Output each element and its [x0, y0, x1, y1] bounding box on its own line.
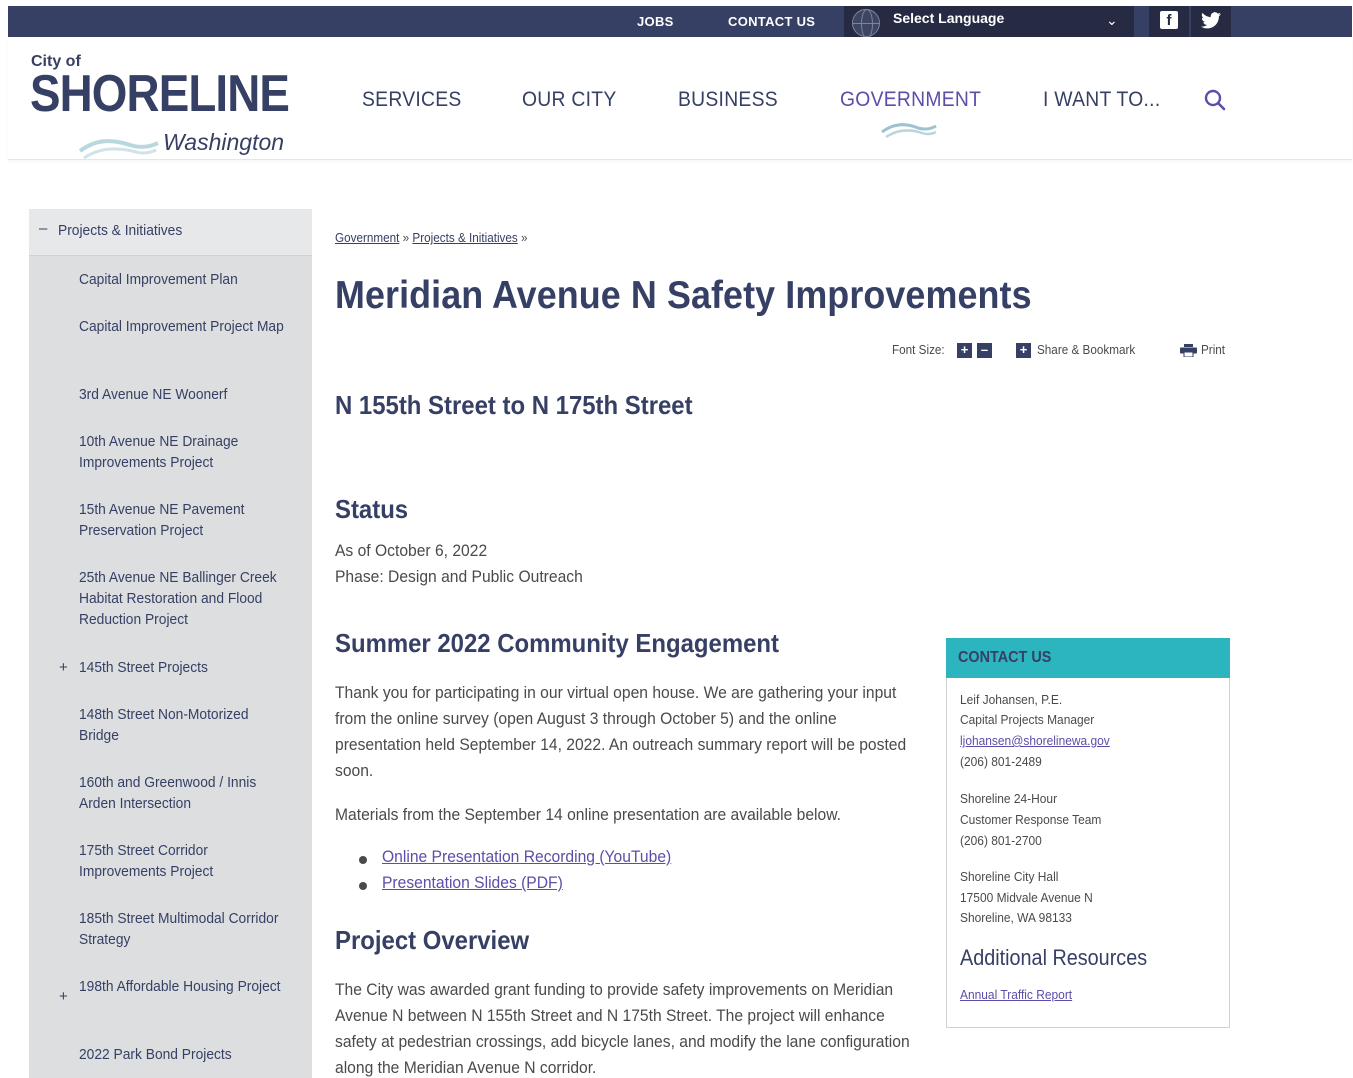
utility-bar: JOBS CONTACT US Select Language ⌄ f — [8, 6, 1352, 39]
sidebar-item-15th-avenue-ne-pavement[interactable]: 15th Avenue NE Pavement Preservation Pro… — [79, 499, 291, 541]
contact-heading: CONTACT US — [958, 649, 1052, 666]
contact-header: CONTACT US — [946, 638, 1230, 678]
waves-icon — [78, 139, 159, 160]
contact-phone: (206) 801-2489 — [960, 754, 1042, 769]
sidebar-item-148th-street-bridge[interactable]: 148th Street Non-Motorized Bridge — [79, 704, 291, 746]
sidebar-item-175th-street-corridor[interactable]: 175th Street Corridor Improvements Proje… — [79, 840, 291, 882]
logo-washington: Washington — [163, 129, 285, 155]
facebook-link[interactable]: f — [1149, 6, 1189, 37]
breadcrumb-separator: » — [402, 230, 410, 245]
sidebar-item-185th-street-multimodal[interactable]: 185th Street Multimodal Corridor Strateg… — [79, 908, 300, 950]
page-title: Meridian Avenue N Safety Improvements — [335, 274, 1032, 317]
overview-text: The City was awarded grant funding to pr… — [335, 980, 910, 1077]
facebook-icon: f — [1160, 11, 1178, 29]
presentation-recording-link[interactable]: Online Presentation Recording (YouTube) — [382, 847, 671, 867]
nav-services[interactable]: SERVICES — [362, 88, 462, 112]
materials-text: Materials from the September 14 online p… — [335, 805, 841, 824]
sidebar-section-header[interactable]: – Projects & Initiatives — [29, 209, 312, 256]
sidebar-item-2022-park-bond[interactable]: 2022 Park Bond Projects — [79, 1044, 291, 1065]
chevron-down-icon: ⌄ — [1106, 12, 1118, 28]
search-icon[interactable] — [1204, 89, 1226, 111]
nav-government[interactable]: GOVERNMENT — [840, 88, 981, 112]
font-decrease-icon[interactable]: – — [977, 343, 992, 358]
font-increase-icon[interactable]: + — [957, 343, 972, 358]
sidebar-item-25th-avenue-ne-ballinger[interactable]: 25th Avenue NE Ballinger Creek Habitat R… — [79, 567, 291, 630]
bullet — [359, 856, 367, 864]
printer-icon — [1180, 344, 1197, 357]
site-header: City of SHORELINE Washington SERVICES OU… — [8, 37, 1352, 160]
engagement-heading: Summer 2022 Community Engagement — [335, 628, 779, 658]
bullet — [359, 882, 367, 890]
language-select[interactable]: Select Language ⌄ — [844, 6, 1134, 39]
sidebar-heading: Projects & Initiatives — [58, 222, 183, 239]
overview-heading: Project Overview — [335, 925, 530, 955]
sidebar-item-capital-improvement-plan[interactable]: Capital Improvement Plan — [79, 269, 291, 290]
page-subtitle: N 155th Street to N 175th Street — [335, 390, 693, 420]
language-select-label: Select Language — [893, 10, 1005, 26]
city-hall-line-1: Shoreline City Hall — [960, 869, 1059, 884]
twitter-link[interactable] — [1191, 6, 1231, 37]
expand-icon[interactable]: + — [59, 988, 68, 1005]
breadcrumb-separator: » — [521, 230, 528, 245]
city-hall-line-3: Shoreline, WA 98133 — [960, 910, 1072, 925]
logo-shoreline: SHORELINE — [30, 65, 290, 123]
contact-us-link[interactable]: CONTACT US — [728, 6, 815, 37]
presentation-slides-link[interactable]: Presentation Slides (PDF) — [382, 873, 563, 893]
sidebar-item-3rd-avenue-ne-woonerf[interactable]: 3rd Avenue NE Woonerf — [79, 384, 291, 405]
contact-name: Leif Johansen, P.E. — [960, 692, 1063, 707]
sidebar-item-160th-greenwood[interactable]: 160th and Greenwood / Innis Arden Inters… — [79, 772, 291, 814]
nav-i-want-to[interactable]: I WANT TO... — [1043, 88, 1160, 112]
status-date: As of October 6, 2022 — [335, 541, 488, 560]
contact-role: Capital Projects Manager — [960, 712, 1095, 727]
contact-email-link[interactable]: ljohansen@shorelinewa.gov — [960, 733, 1110, 748]
sidebar-item-capital-improvement-project-map[interactable]: Capital Improvement Project Map — [79, 316, 291, 337]
sidebar-item-198th-affordable-housing[interactable]: 198th Affordable Housing Project — [79, 976, 291, 997]
sidebar-item-145th-street-projects[interactable]: 145th Street Projects — [79, 657, 291, 678]
team-line-2: Customer Response Team — [960, 812, 1102, 827]
city-hall-line-2: 17500 Midvale Avenue N — [960, 890, 1093, 905]
team-phone: (206) 801-2700 — [960, 833, 1042, 848]
status-heading: Status — [335, 494, 409, 524]
nav-business[interactable]: BUSINESS — [678, 88, 778, 112]
annual-traffic-report-link[interactable]: Annual Traffic Report — [960, 987, 1072, 1002]
breadcrumb-government[interactable]: Government — [335, 230, 399, 245]
contact-box: CONTACT US Leif Johansen, P.E. Capital P… — [946, 638, 1230, 1028]
twitter-icon — [1201, 12, 1221, 29]
sidebar-item-10th-avenue-ne-drainage[interactable]: 10th Avenue NE Drainage Improvements Pro… — [79, 431, 291, 473]
city-logo[interactable]: City of SHORELINE Washington — [30, 51, 300, 160]
share-bookmark-link[interactable]: Share & Bookmark — [1037, 342, 1135, 357]
breadcrumb-projects[interactable]: Projects & Initiatives — [412, 230, 517, 245]
nav-our-city[interactable]: OUR CITY — [522, 88, 617, 112]
breadcrumb: Government » Projects & Initiatives » — [335, 230, 528, 245]
jobs-link[interactable]: JOBS — [637, 6, 674, 37]
font-size-label: Font Size: — [892, 342, 945, 357]
globe-icon — [852, 9, 880, 39]
team-line-1: Shoreline 24-Hour — [960, 791, 1058, 806]
status-phase: Phase: Design and Public Outreach — [335, 567, 583, 586]
share-plus-icon: + — [1016, 343, 1031, 358]
sidebar-nav: – Projects & Initiatives Capital Improve… — [29, 209, 312, 1078]
engagement-text: Thank you for participating in our virtu… — [335, 683, 907, 780]
resources-heading: Additional Resources — [960, 945, 1148, 970]
active-nav-waves-icon — [881, 123, 937, 139]
expand-icon[interactable]: + — [59, 659, 68, 676]
print-link[interactable]: Print — [1201, 342, 1225, 357]
collapse-icon[interactable]: – — [39, 220, 47, 237]
